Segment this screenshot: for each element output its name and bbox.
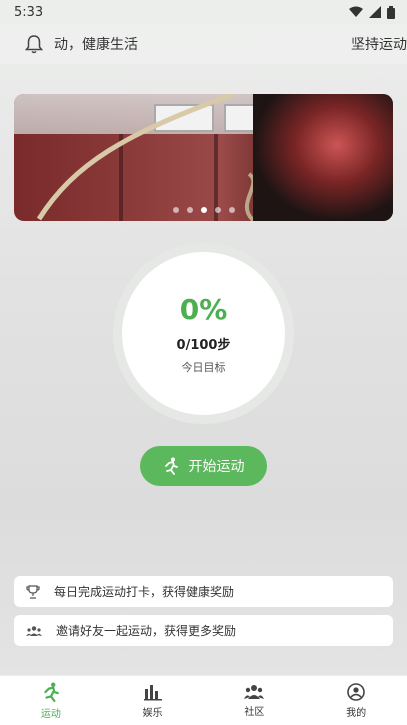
ticker-text-right: 坚持运动: [351, 37, 407, 53]
progress-percent: 0%: [179, 292, 228, 326]
group-icon: [244, 684, 265, 699]
carousel-dot[interactable]: [186, 207, 193, 213]
status-time: 5:33: [14, 4, 44, 20]
tab-entertainment[interactable]: 娱乐: [113, 683, 193, 719]
tip-invite[interactable]: 邀请好友一起运动，获得更多奖励: [14, 615, 393, 646]
carousel-dot[interactable]: [214, 207, 221, 213]
step-progress-ring: 0% 0/100步 今日目标: [113, 243, 294, 424]
tab-label: 运动: [40, 708, 61, 720]
banner-carousel[interactable]: [14, 94, 393, 221]
signal-icon: [369, 6, 381, 18]
step-count: 0/100步: [176, 337, 231, 353]
tab-label: 社区: [244, 706, 265, 718]
step-progress-center: 0% 0/100步 今日目标: [122, 252, 285, 415]
running-icon: [44, 682, 59, 702]
goal-label: 今日目标: [181, 360, 226, 374]
tip-text: 每日完成运动打卡，获得健康奖励: [54, 585, 235, 599]
trophy-icon: [26, 584, 40, 599]
bottom-tab-bar: 运动 娱乐 社区 我的: [0, 675, 407, 725]
carousel-dots: [14, 207, 393, 213]
banner-athlete: [253, 94, 393, 221]
notice-bar[interactable]: 动，健康生活 坚持运动: [0, 24, 407, 64]
tip-checkin[interactable]: 每日完成运动打卡，获得健康奖励: [14, 576, 393, 607]
carousel-dot[interactable]: [228, 207, 235, 213]
start-exercise-button[interactable]: 开始运动: [140, 446, 267, 486]
battery-icon: [387, 5, 395, 19]
banner-rope: [36, 94, 254, 221]
tab-label: 娱乐: [142, 707, 163, 719]
running-icon: [164, 457, 178, 475]
status-bar: 5:33: [0, 0, 407, 24]
carousel-dot[interactable]: [172, 207, 179, 213]
tab-exercise[interactable]: 运动: [11, 682, 91, 720]
tab-community[interactable]: 社区: [214, 684, 294, 718]
wifi-icon: [349, 6, 363, 17]
people-icon: [26, 625, 42, 636]
tab-label: 我的: [346, 707, 367, 719]
bar-chart-icon: [143, 684, 162, 700]
tip-text: 邀请好友一起运动，获得更多奖励: [56, 624, 237, 638]
profile-icon: [347, 682, 365, 701]
start-button-label: 开始运动: [188, 459, 245, 475]
tab-profile[interactable]: 我的: [316, 682, 396, 719]
bell-icon[interactable]: [24, 34, 44, 54]
carousel-dot-active[interactable]: [200, 207, 207, 213]
ticker-text-left: 动，健康生活: [54, 37, 138, 53]
notice-ticker: 动，健康生活 坚持运动: [54, 34, 407, 54]
status-icons: [349, 5, 395, 19]
